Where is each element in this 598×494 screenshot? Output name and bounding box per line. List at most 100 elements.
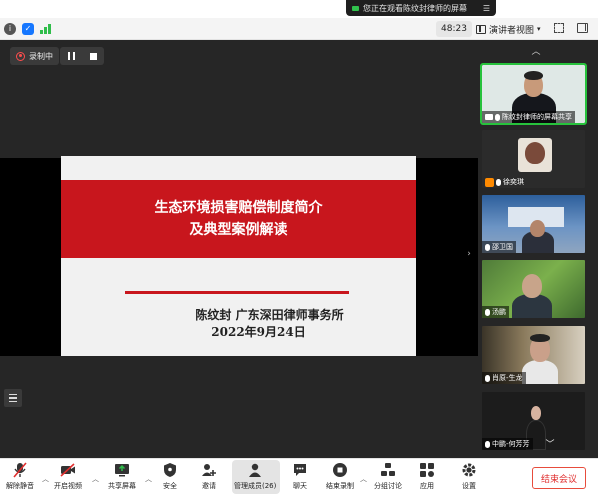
mic-icon xyxy=(485,374,490,382)
shared-screen-area: 录制中 生态环境损害赔偿制度简介 及典型案例解读 陈纹封 广东深田律师事务所 2… xyxy=(0,40,478,458)
signal-icon[interactable] xyxy=(40,23,54,34)
participant-name: 肖原-生龙 xyxy=(492,374,523,382)
participant-name: 中鹏-何芳芳 xyxy=(492,440,530,448)
participant-tile[interactable]: 中鹏-何芳芳 xyxy=(482,392,585,450)
participant-label: 汤鹏 xyxy=(482,306,509,318)
mic-icon xyxy=(485,440,490,448)
mic-icon xyxy=(496,178,501,186)
avatar xyxy=(522,360,558,384)
presentation-slide: 生态环境损害赔偿制度简介 及典型案例解读 陈纹封 广东深田律师事务所 2022年… xyxy=(61,156,416,356)
chevron-down-icon[interactable]: ﹀ xyxy=(542,436,558,450)
hair xyxy=(530,334,550,342)
participant-label: 徐奕琪 xyxy=(482,176,527,188)
avatar xyxy=(531,406,541,420)
list-icon[interactable] xyxy=(4,389,22,407)
share-screen-label: 共享屏幕 xyxy=(108,482,136,490)
security-button[interactable]: 安全 xyxy=(162,462,178,494)
settings-label: 设置 xyxy=(462,482,476,490)
avatar xyxy=(522,274,542,298)
chevron-up-icon[interactable]: ︿ xyxy=(145,474,152,484)
stop-icon[interactable] xyxy=(89,52,97,60)
mic-muted-icon xyxy=(12,462,28,478)
participant-tile[interactable]: 肖原-生龙 xyxy=(482,326,585,384)
apps-button[interactable]: 应用 xyxy=(419,462,435,494)
gear-icon xyxy=(461,462,477,478)
participant-label: 陈纹封律师的屏幕共享 xyxy=(482,111,575,123)
mic-icon xyxy=(485,308,490,316)
recording-controls xyxy=(60,47,104,65)
view-mode-label: 演讲者视图 xyxy=(489,25,535,36)
fullscreen-icon[interactable] xyxy=(554,23,564,33)
slide-title-line1: 生态环境损害赔偿制度简介 xyxy=(154,200,323,216)
participant-tile[interactable]: 陈纹封律师的屏幕共享 xyxy=(480,63,587,125)
side-panel-icon[interactable] xyxy=(577,23,588,33)
invite-label: 邀请 xyxy=(202,482,216,490)
participant-name: 陈纹封律师的屏幕共享 xyxy=(502,113,572,121)
chevron-down-icon: ▾ xyxy=(537,25,541,33)
settings-button[interactable]: 设置 xyxy=(461,462,477,494)
chat-icon xyxy=(292,462,308,478)
slide-date: 2022年9月24日 xyxy=(211,325,306,339)
slide-title-line2: 及典型案例解读 xyxy=(189,222,288,238)
screen-share-icon xyxy=(485,114,493,120)
slide-title-banner: 生态环境损害赔偿制度简介 及典型案例解读 xyxy=(61,180,416,258)
recording-indicator: 录制中 xyxy=(10,47,59,65)
security-label: 安全 xyxy=(163,482,177,490)
end-recording-button[interactable]: 结束录制 xyxy=(326,462,354,494)
apps-label: 应用 xyxy=(420,482,434,490)
invite-button[interactable]: 邀请 xyxy=(201,462,217,494)
mic-icon xyxy=(485,243,490,251)
banner-text: 您正在观看陈纹封律师的屏幕 xyxy=(363,3,467,13)
manage-members-button[interactable]: 管理成员(26) xyxy=(234,462,276,494)
avatar-face xyxy=(525,142,545,164)
recording-label: 录制中 xyxy=(29,51,53,61)
chevron-right-icon[interactable]: › xyxy=(464,246,474,262)
unmute-button[interactable]: 解除静音 xyxy=(6,462,34,494)
add-user-icon xyxy=(201,462,217,478)
info-icon[interactable]: i xyxy=(4,22,16,35)
screen-share-banner: 您正在观看陈纹封律师的屏幕 ☰ xyxy=(346,0,496,16)
chat-label: 聊天 xyxy=(293,482,307,490)
chevron-up-icon[interactable]: ︿ xyxy=(92,474,99,484)
top-toolbar: i ✓ 48:23 演讲者视图 ▾ xyxy=(0,18,598,40)
view-mode-dropdown[interactable]: 演讲者视图 ▾ xyxy=(476,21,541,37)
apps-icon xyxy=(419,462,435,478)
end-recording-label: 结束录制 xyxy=(326,482,354,490)
end-meeting-button[interactable]: 结束会议 xyxy=(532,467,586,489)
slide-author: 陈纹封 广东深田律师事务所 xyxy=(195,308,344,322)
menu-icon[interactable]: ☰ xyxy=(483,4,490,13)
hair xyxy=(524,71,543,80)
pause-icon[interactable] xyxy=(67,52,75,60)
participant-name: 徐奕琪 xyxy=(503,178,524,186)
participant-name: 邵卫国 xyxy=(492,243,513,251)
participant-panel: ︿ 陈纹封律师的屏幕共享 徐奕琪 邵卫国 汤鹏 肖原-生龙 中鹏-何芳芳 ﹀ xyxy=(478,40,598,458)
participant-tile[interactable]: 徐奕琪 xyxy=(482,130,585,188)
meeting-timer: 48:23 xyxy=(436,21,472,37)
breakout-icon xyxy=(380,462,396,478)
mic-icon xyxy=(495,113,500,121)
members-icon xyxy=(247,462,263,478)
participant-label: 中鹏-何芳芳 xyxy=(482,438,533,450)
participant-tile[interactable]: 汤鹏 xyxy=(482,260,585,318)
chevron-up-icon[interactable]: ︿ xyxy=(360,474,367,484)
breakout-rooms-button[interactable]: 分组讨论 xyxy=(374,462,402,494)
participant-label: 邵卫国 xyxy=(482,241,516,253)
record-icon xyxy=(16,51,25,61)
user-icon xyxy=(485,177,494,187)
unmute-label: 解除静音 xyxy=(6,482,34,490)
participant-tile[interactable]: 邵卫国 xyxy=(482,195,585,253)
chevron-up-icon[interactable]: ︿ xyxy=(526,42,546,58)
shield-icon xyxy=(162,462,178,478)
slide-divider xyxy=(125,291,349,294)
stop-record-icon xyxy=(332,462,348,478)
manage-members-label: 管理成员(26) xyxy=(234,482,277,490)
participant-name: 汤鹏 xyxy=(492,308,506,316)
video-off-icon xyxy=(60,462,76,478)
share-screen-button[interactable]: 共享屏幕 xyxy=(108,462,136,494)
start-video-label: 开启视频 xyxy=(54,482,82,490)
bottom-toolbar: 解除静音 ︿ 开启视频 ︿ 共享屏幕 ︿ 安全 邀请 管理成员(26) 聊天 结… xyxy=(0,458,598,494)
chevron-up-icon[interactable]: ︿ xyxy=(42,474,49,484)
shield-icon[interactable]: ✓ xyxy=(22,22,34,35)
start-video-button[interactable]: 开启视频 xyxy=(54,462,82,494)
chat-button[interactable]: 聊天 xyxy=(292,462,308,494)
